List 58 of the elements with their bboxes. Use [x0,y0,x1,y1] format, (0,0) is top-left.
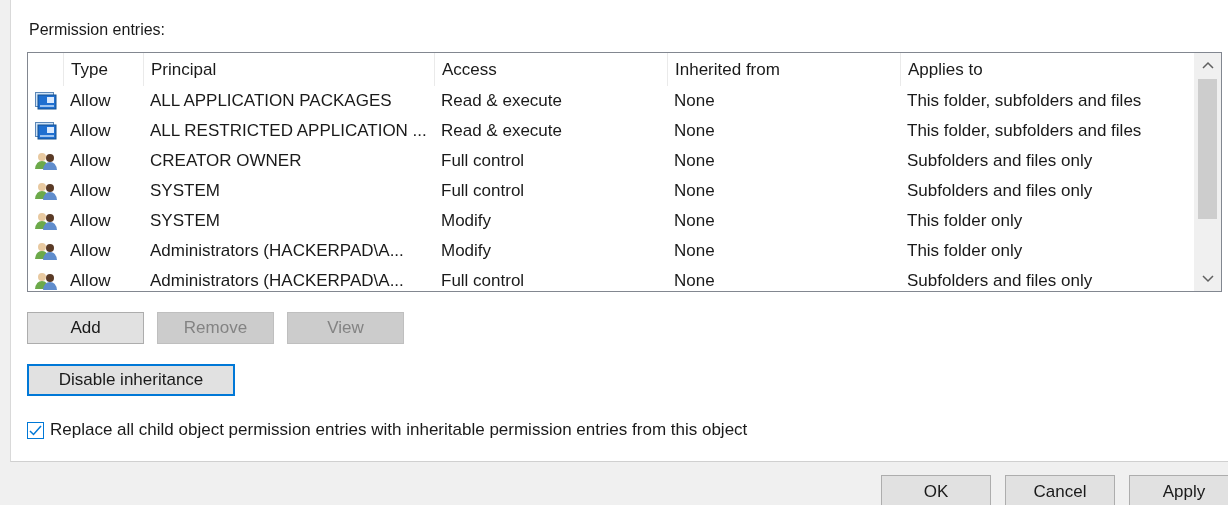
dialog-button[interactable]: Cancel [1005,475,1115,505]
section-label: Permission entries: [29,21,166,39]
table-cell-text: None [673,211,716,231]
users-icon [34,242,57,260]
table-cell-text: Administrators (HACKERPAD\A... [149,241,405,261]
dialog-button[interactable]: OK [881,475,991,505]
table-cell-text: None [673,271,716,291]
scrollbar[interactable] [1194,53,1221,291]
column-header[interactable]: Inherited from [667,53,900,86]
scrollbar-thumb[interactable] [1198,79,1217,219]
table-cell-text: CREATOR OWNER [149,151,303,171]
table-cell-text: Subfolders and files only [906,151,1094,171]
checkbox-label: Replace all child object permission entries with inheritable permission entries from this object [50,420,748,440]
table-cell-text: Subfolders and files only [906,271,1094,291]
table-cell-text: Full control [440,181,526,201]
table-cell-text: This folder, subfolders and files [906,91,1143,111]
users-icon [34,182,57,200]
users-icon [34,272,57,290]
users-icon [34,152,57,170]
table-cell-text: Read & execute [440,91,563,111]
scroll-up-icon[interactable] [1201,61,1214,69]
column-header[interactable]: Principal [143,53,434,86]
table-cell-text: Allow [69,91,112,111]
table-cell-text: SYSTEM [149,181,221,201]
table-cell-text: None [673,121,716,141]
table-cell-text: None [673,91,716,111]
table-cell-text: ALL RESTRICTED APPLICATION ... [149,121,428,141]
table-cell-text: Full control [440,151,526,171]
table-cell-text: Allow [69,181,112,201]
table-cell-text: Subfolders and files only [906,181,1094,201]
table-cell-text: Administrators (HACKERPAD\A... [149,271,405,291]
table-cell-text: Modify [440,211,493,231]
table-cell-text: Modify [440,241,493,261]
table-cell-text: None [673,151,716,171]
application-icon [34,122,57,140]
table-cell-text: This folder only [906,211,1024,231]
table-cell-text: None [673,181,716,201]
table-cell-text: This folder, subfolders and files [906,121,1143,141]
column-header[interactable]: Access [434,53,667,86]
users-icon [34,212,57,230]
table-cell-text: Allow [69,151,112,171]
table-cell-text: Full control [440,271,526,291]
table-cell-text: None [673,241,716,261]
table-cell-text: SYSTEM [149,211,221,231]
table-cell-text: ALL APPLICATION PACKAGES [149,91,393,111]
checkbox[interactable] [27,421,44,439]
table-cell-text: Allow [69,121,112,141]
table-cell-text: This folder only [906,241,1024,261]
table-cell-text: Allow [69,211,112,231]
dialog-button[interactable]: Apply [1129,475,1228,505]
application-icon [34,92,57,110]
entry-button[interactable]: Add [27,312,144,344]
column-header[interactable]: Type [63,53,143,86]
scroll-down-icon[interactable] [1201,275,1214,283]
disable-inheritance-button[interactable]: Disable inheritance [27,364,235,396]
table-cell-text: Read & execute [440,121,563,141]
table-cell-text: Allow [69,271,112,291]
table-cell-text: Allow [69,241,112,261]
